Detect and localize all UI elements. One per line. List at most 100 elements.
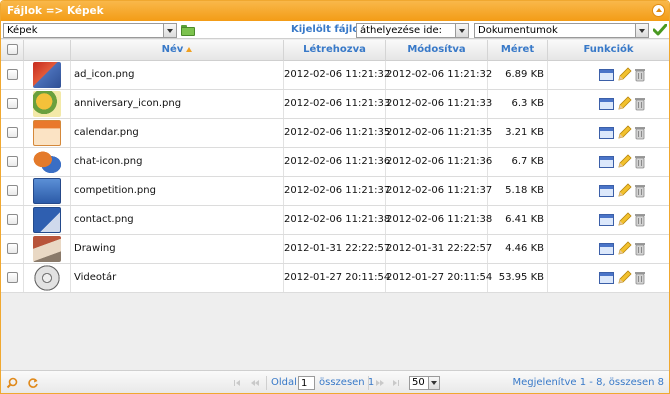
edit-pencil-icon[interactable]: [616, 241, 632, 257]
table-row[interactable]: anniversary_icon.png 2012-02-06 11:21:33 2…: [1, 90, 669, 119]
view-icon[interactable]: [599, 272, 614, 284]
row-checkbox[interactable]: [6, 242, 18, 254]
page-size-select[interactable]: 50: [409, 376, 440, 390]
page-label: Oldal: [271, 377, 297, 388]
file-name[interactable]: Drawing: [71, 235, 284, 263]
edit-pencil-icon[interactable]: [616, 67, 632, 83]
table-row[interactable]: Videotár 2012-01-27 20:11:54 2012-01-27 20…: [1, 264, 669, 293]
file-name[interactable]: contact.png: [71, 206, 284, 234]
modified-date: 2012-02-06 11:21:32: [386, 61, 492, 89]
table-row[interactable]: calendar.png 2012-02-06 11:21:35 2012-02-0…: [1, 119, 669, 148]
search-icon[interactable]: [6, 377, 18, 389]
view-icon[interactable]: [599, 127, 614, 139]
file-name[interactable]: competition.png: [71, 177, 284, 205]
delete-trash-icon[interactable]: [634, 68, 646, 82]
select-all-cell: [1, 40, 24, 61]
action-select[interactable]: áthelyezése ide:: [356, 23, 469, 38]
row-checkbox[interactable]: [6, 213, 18, 225]
file-size: 6.7 KB: [488, 148, 548, 176]
view-icon[interactable]: [599, 185, 614, 197]
table-row[interactable]: contact.png 2012-02-06 11:21:38 2012-02-06…: [1, 206, 669, 235]
sort-ascending-icon: [186, 46, 193, 52]
refresh-icon[interactable]: [27, 377, 39, 389]
thumbnail-cell: [24, 206, 71, 234]
file-name[interactable]: Videotár: [71, 264, 284, 292]
column-header-created[interactable]: Létrehozva: [284, 40, 386, 61]
modified-date: 2012-02-06 11:21:38: [386, 206, 492, 234]
delete-trash-icon[interactable]: [634, 126, 646, 140]
delete-trash-icon[interactable]: [634, 184, 646, 198]
row-checkbox[interactable]: [6, 126, 18, 138]
column-header-size[interactable]: Méret: [488, 40, 548, 61]
chevron-down-icon[interactable]: [635, 24, 648, 37]
file-name[interactable]: ad_icon.png: [71, 61, 284, 89]
row-checkbox-cell: [1, 119, 24, 147]
column-header-name-label: Név: [161, 44, 184, 55]
table-row[interactable]: competition.png 2012-02-06 11:21:37 2012-0…: [1, 177, 669, 206]
file-size: 6.89 KB: [488, 61, 548, 89]
edit-pencil-icon[interactable]: [616, 125, 632, 141]
folder-select[interactable]: Képek: [3, 23, 177, 38]
file-name[interactable]: calendar.png: [71, 119, 284, 147]
chevron-down-icon[interactable]: [455, 24, 468, 37]
row-checkbox[interactable]: [6, 68, 18, 80]
row-checkbox-cell: [1, 264, 24, 292]
view-icon[interactable]: [599, 156, 614, 168]
created-date: 2012-01-31 22:22:57: [284, 235, 390, 263]
delete-trash-icon[interactable]: [634, 213, 646, 227]
chevron-down-icon[interactable]: [428, 377, 439, 389]
thumbnail-column-header: [24, 40, 71, 61]
row-checkbox[interactable]: [6, 155, 18, 167]
open-folder-icon[interactable]: [181, 25, 195, 36]
delete-trash-icon[interactable]: [634, 155, 646, 169]
competition-thumbnail: [33, 178, 61, 204]
target-select-value: Dokumentumok: [478, 25, 558, 36]
first-page-icon[interactable]: [236, 380, 240, 386]
functions-cell: [548, 177, 669, 205]
action-select-value: áthelyezése ide:: [360, 25, 442, 36]
created-date: 2012-01-27 20:11:54: [284, 264, 390, 292]
edit-pencil-icon[interactable]: [616, 212, 632, 228]
last-page-bar: [398, 380, 399, 386]
table-row[interactable]: ad_icon.png 2012-02-06 11:21:32 2012-02-06…: [1, 61, 669, 90]
table-row[interactable]: chat-icon.png 2012-02-06 11:21:36 2012-02-…: [1, 148, 669, 177]
select-all-checkbox[interactable]: [6, 43, 18, 55]
view-icon[interactable]: [599, 98, 614, 110]
edit-pencil-icon[interactable]: [616, 270, 632, 286]
row-checkbox[interactable]: [6, 97, 18, 109]
row-checkbox[interactable]: [6, 271, 18, 283]
column-header-modified[interactable]: Módosítva: [386, 40, 488, 61]
edit-pencil-icon[interactable]: [616, 154, 632, 170]
delete-trash-icon[interactable]: [634, 97, 646, 111]
thumbnail-cell: [24, 264, 71, 292]
page-size-value: 50: [412, 377, 425, 388]
view-icon[interactable]: [599, 69, 614, 81]
row-checkbox[interactable]: [6, 184, 18, 196]
chat-icon-thumbnail: [33, 149, 61, 175]
last-page-icon[interactable]: [393, 380, 397, 386]
ad-icon-thumbnail: [33, 62, 61, 88]
functions-cell: [548, 119, 669, 147]
confirm-check-icon[interactable]: [653, 24, 667, 36]
delete-trash-icon[interactable]: [634, 271, 646, 285]
row-checkbox-cell: [1, 177, 24, 205]
edit-pencil-icon[interactable]: [616, 96, 632, 112]
table-row[interactable]: Drawing 2012-01-31 22:22:57 2012-01-31 22:…: [1, 235, 669, 264]
functions-cell: [548, 264, 669, 292]
file-name[interactable]: anniversary_icon.png: [71, 90, 284, 118]
collapse-icon[interactable]: [652, 4, 665, 17]
view-icon[interactable]: [599, 243, 614, 255]
file-size: 5.18 KB: [488, 177, 548, 205]
delete-trash-icon[interactable]: [634, 242, 646, 256]
column-header-name[interactable]: Név: [71, 40, 284, 61]
row-checkbox-cell: [1, 235, 24, 263]
page-number-input[interactable]: [298, 376, 315, 390]
view-icon[interactable]: [599, 214, 614, 226]
file-size: 6.3 KB: [488, 90, 548, 118]
target-folder-select[interactable]: Dokumentumok: [474, 23, 649, 38]
edit-pencil-icon[interactable]: [616, 183, 632, 199]
file-name[interactable]: chat-icon.png: [71, 148, 284, 176]
row-checkbox-cell: [1, 206, 24, 234]
chevron-down-icon[interactable]: [163, 24, 176, 37]
separator: [368, 376, 369, 390]
